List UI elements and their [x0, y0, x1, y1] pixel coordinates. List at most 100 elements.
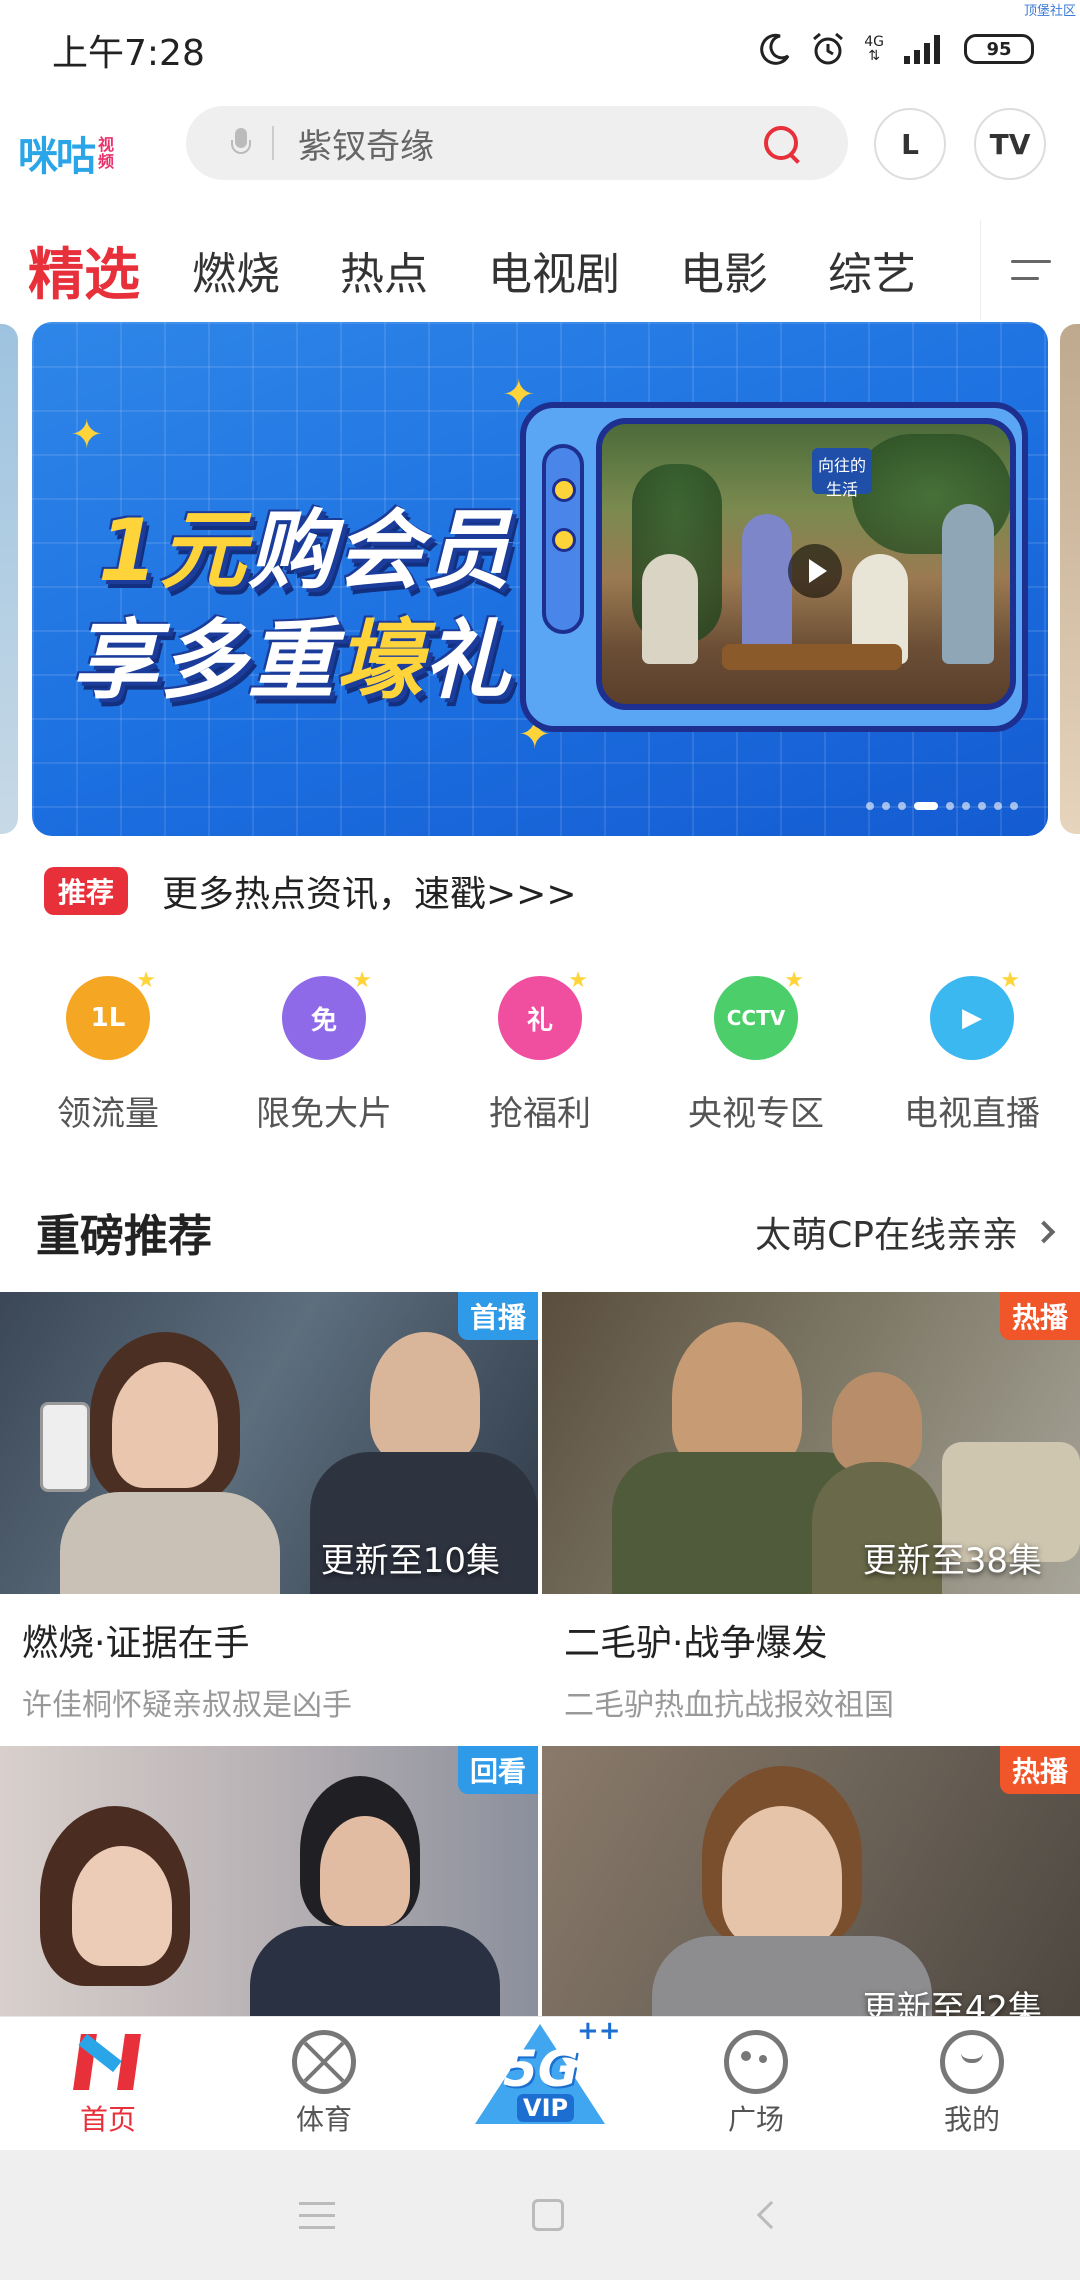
logo-text: 咪咕	[18, 134, 96, 180]
recent-apps-icon[interactable]	[298, 2201, 335, 2229]
carousel-dot	[946, 802, 954, 810]
migu-home-icon	[73, 2030, 143, 2094]
video-thumbnail[interactable]: 回看	[0, 1746, 538, 2016]
ticker-text[interactable]: 更多热点资讯，速戳>>>	[162, 865, 577, 917]
banner-next-peek[interactable]	[1060, 324, 1080, 834]
nav-profile[interactable]: 我的	[882, 2029, 1062, 2138]
nav-label: 广场	[727, 2102, 784, 2136]
battery-indicator: 95	[964, 34, 1034, 64]
search-divider	[272, 126, 274, 160]
free-movie-icon: 免	[282, 968, 372, 1060]
video-thumbnail[interactable]: 首播 更新至10集	[0, 1292, 538, 1594]
carousel-dot	[994, 802, 1002, 810]
nav-5g-vip[interactable]: 5G VIP ++	[450, 2016, 630, 2126]
video-subtitle: 许佳桐怀疑亲叔叔是凶手	[22, 1688, 352, 1723]
quick-link-traffic[interactable]: 1L 领流量	[8, 968, 208, 1146]
carousel-dot	[866, 802, 874, 810]
replay-badge: 回看	[457, 1746, 538, 1794]
show-sign: 向往的 生活	[812, 448, 872, 499]
search-icon[interactable]	[756, 118, 806, 168]
gift-icon: 礼	[498, 968, 588, 1060]
tab-menu-icon[interactable]	[980, 220, 1080, 320]
corner-label: 顶堡社区	[1023, 4, 1076, 19]
premiere-badge: 首播	[457, 1292, 538, 1340]
promo-banner[interactable]: ✦ ✦ ✦ 1元购会员 享多重壕礼 向往的 生活	[32, 322, 1048, 836]
quick-link-cctv[interactable]: CCTV 央视专区	[656, 968, 856, 1146]
nav-home[interactable]: 首页	[18, 2030, 198, 2138]
video-title[interactable]: 燃烧·证据在手	[22, 1614, 538, 1666]
hot-badge: 热播	[999, 1746, 1080, 1794]
tv-live-icon: ▶	[930, 968, 1020, 1060]
moon-icon	[760, 33, 790, 65]
carousel-dot	[898, 802, 906, 810]
tab-burning[interactable]: 燃烧	[192, 238, 280, 302]
nav-label: 首页	[79, 2102, 136, 2136]
video-thumbnail[interactable]: 热播 更新至38集	[542, 1292, 1080, 1594]
video-title[interactable]: 二毛驴·战争爆发	[564, 1614, 1080, 1666]
video-subtitle: 二毛驴热血抗战报效祖国	[564, 1688, 894, 1723]
sparkle-icon: ✦	[70, 412, 104, 458]
app-logo[interactable]: 咪咕 视频	[18, 124, 114, 182]
video-card[interactable]: 回看	[0, 1746, 538, 2016]
tv-illustration: 向往的 生活	[520, 402, 1028, 732]
episode-update: 更新至10集	[320, 1541, 500, 1581]
recommend-badge: 推荐	[44, 867, 129, 915]
quick-link-free-movies[interactable]: 免 限免大片	[224, 968, 424, 1146]
back-icon[interactable]	[757, 2200, 786, 2230]
bottom-nav: 首页 体育 5G VIP ++ 广场 我的	[0, 2016, 1080, 2150]
quick-link-label: 抢福利	[489, 1094, 591, 1134]
carousel-dot	[914, 802, 938, 810]
video-card[interactable]: 热播 更新至38集 二毛驴·战争爆发 二毛驴热血抗战报效祖国	[542, 1292, 1080, 1724]
microphone-icon[interactable]	[230, 128, 252, 158]
hot-badge: 热播	[999, 1292, 1080, 1340]
episode-update: 更新至38集	[862, 1541, 1042, 1581]
video-card[interactable]: 首播 更新至10集 燃烧·证据在手 许佳桐怀疑亲叔叔是凶手	[0, 1292, 538, 1724]
nav-plaza[interactable]: 广场	[666, 2029, 846, 2138]
traffic-icon: 1L	[66, 968, 156, 1060]
network-indicator: 4G ⇅	[864, 34, 884, 64]
logo-subtext: 视频	[98, 135, 115, 171]
video-card[interactable]: 热播 更新至42集	[542, 1746, 1080, 2016]
tab-hot[interactable]: 热点	[340, 238, 428, 302]
section-more-link[interactable]: 太萌CP在线亲亲	[755, 1206, 1056, 1258]
profile-icon	[940, 2029, 1004, 2094]
basketball-icon	[292, 2029, 356, 2094]
home-icon[interactable]	[531, 2199, 564, 2231]
carousel-indicator	[866, 802, 1018, 810]
banner-headline-2: 享多重壕礼	[72, 611, 512, 711]
tv-screen-image: 向往的 生活	[596, 418, 1016, 710]
tab-tv-series[interactable]: 电视剧	[488, 238, 620, 302]
tv-side-panel	[542, 444, 584, 634]
carousel-dot	[962, 802, 970, 810]
nav-sports[interactable]: 体育	[234, 2029, 414, 2138]
carousel-dot	[882, 802, 890, 810]
search-input[interactable]: 紫钗奇缘	[298, 119, 756, 168]
tab-variety[interactable]: 综艺	[828, 238, 916, 302]
nav-label: 我的	[943, 2102, 1000, 2136]
video-thumbnail[interactable]: 热播 更新至42集	[542, 1746, 1080, 2016]
news-ticker[interactable]: 推荐 更多热点资讯，速戳>>>	[44, 866, 577, 916]
category-tabs: 精选 燃烧 热点 电视剧 电影 综艺	[0, 220, 1080, 320]
quick-link-label: 限免大片	[256, 1094, 392, 1134]
tab-movies[interactable]: 电影	[680, 238, 768, 302]
cctv-icon: CCTV	[714, 968, 804, 1060]
quick-link-label: 央视专区	[688, 1094, 824, 1134]
banner-headline-1: 1元购会员	[98, 501, 512, 601]
signal-icon	[904, 35, 940, 64]
history-button[interactable]: L	[874, 108, 946, 180]
play-icon[interactable]	[788, 544, 842, 598]
search-bar[interactable]: 紫钗奇缘	[186, 106, 848, 180]
alarm-icon	[813, 32, 844, 65]
planet-icon	[724, 2029, 788, 2094]
quick-link-label: 领流量	[57, 1094, 159, 1134]
nav-label: 体育	[295, 2102, 352, 2136]
quick-link-tv-live[interactable]: ▶ 电视直播	[872, 968, 1072, 1146]
system-nav-bar	[0, 2150, 1080, 2280]
carousel-dot	[978, 802, 986, 810]
quick-link-welfare[interactable]: 礼 抢福利	[440, 968, 640, 1146]
banner-prev-peek[interactable]	[0, 324, 18, 834]
chevron-right-icon	[1032, 1220, 1056, 1244]
tv-cast-button[interactable]: TV	[974, 108, 1046, 180]
tab-featured[interactable]: 精选	[28, 230, 140, 311]
status-bar: 上午7:28 顶堡社区 4G ⇅ 95	[0, 0, 1080, 100]
